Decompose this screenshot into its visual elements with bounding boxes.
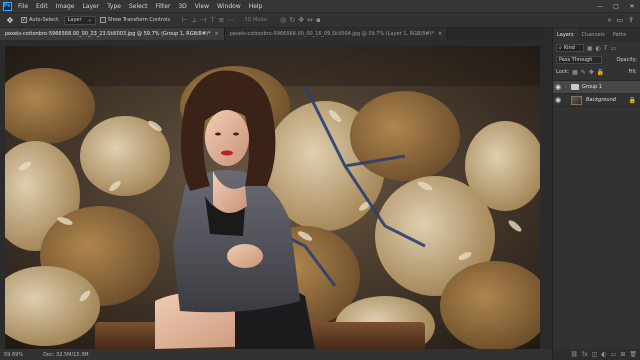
show-transform-checkbox[interactable]: Show Transform Controls	[99, 17, 171, 23]
lock-position-icon[interactable]: ✥	[589, 69, 594, 76]
document-tabs: pexels-cottonbro-5966568.00_00_23_23.Sti…	[0, 28, 552, 40]
document-tab-active[interactable]: pexels-cottonbro-5966568.00_00_23_23.Sti…	[0, 28, 225, 40]
chevron-down-icon: ⌄	[87, 17, 92, 23]
slide-3d-icon[interactable]: ⇔	[307, 16, 313, 24]
document-photo[interactable]	[5, 46, 540, 349]
auto-select-target-dropdown[interactable]: Layer ⌄	[63, 15, 96, 25]
photoshop-logo-icon: Ps	[2, 1, 12, 11]
options-bar: ✥ ✓ Auto-Select: Layer ⌄ Show Transform …	[0, 12, 640, 27]
menu-file[interactable]: File	[14, 3, 32, 10]
link-layers-icon[interactable]: ⛓	[570, 351, 578, 358]
maximize-icon[interactable]: ▢	[608, 0, 624, 12]
workspace-icon[interactable]: ▭	[617, 16, 624, 25]
blend-mode-value: Pass Through	[559, 57, 593, 63]
lock-pixels-icon[interactable]: ▦	[572, 69, 578, 76]
search-icon: ⌕	[559, 45, 562, 51]
auto-select-target-value: Layer	[67, 17, 82, 23]
checkbox-checked-icon: ✓	[21, 17, 27, 23]
layers-list: ◉ › Group 1 ◉ Background 🔒	[553, 80, 640, 107]
blend-mode-dropdown[interactable]: Pass Through	[556, 56, 602, 64]
mask-icon[interactable]: ◫	[592, 351, 598, 358]
adjustment-icon[interactable]: ◐	[601, 351, 606, 358]
menu-type[interactable]: Type	[103, 3, 125, 10]
align-center-icon[interactable]: ⊥	[191, 16, 197, 24]
lock-icon[interactable]: 🔒	[597, 69, 604, 76]
tab-label: pexels-cottonbro-5966568.00_00_23_23.Sti…	[5, 31, 211, 37]
canvas-area[interactable]	[0, 40, 552, 349]
zoom-level[interactable]: 59.69%	[4, 352, 23, 358]
opacity-label[interactable]: Opacity:	[616, 57, 637, 63]
layer-row-background[interactable]: ◉ Background 🔒	[553, 94, 640, 107]
menu-filter[interactable]: Filter	[152, 3, 175, 10]
move-tool-icon[interactable]: ✥	[3, 15, 17, 26]
tab-label: pexels-cottonbro-5966568.00_00_16_09.Sti…	[229, 31, 434, 37]
photo-artwork	[5, 46, 540, 349]
menu-view[interactable]: View	[191, 3, 213, 10]
folder-icon	[571, 84, 579, 90]
new-group-icon[interactable]: ▭	[611, 351, 617, 358]
scale-3d-icon[interactable]: ▪	[316, 16, 321, 24]
auto-select-checkbox[interactable]: ✓ Auto-Select:	[21, 17, 60, 23]
align-left-icon[interactable]: ⊢	[182, 16, 188, 24]
menu-image[interactable]: Image	[52, 3, 79, 10]
adjustment-filter-icon[interactable]: ◐	[596, 45, 601, 52]
menu-layer[interactable]: Layer	[78, 3, 103, 10]
align-top-icon[interactable]: ⊤	[209, 16, 215, 24]
menu-bar: Ps File Edit Image Layer Type Select Fil…	[0, 0, 640, 12]
eye-icon[interactable]: ◉	[553, 94, 563, 107]
tab-paths[interactable]: Paths	[609, 28, 631, 42]
fill-label[interactable]: Fill:	[629, 69, 637, 75]
new-layer-icon[interactable]: ⊞	[620, 351, 625, 358]
close-tab-icon[interactable]: ×	[438, 31, 442, 37]
menu-3d[interactable]: 3D	[174, 3, 190, 10]
pan-3d-icon[interactable]: ✥	[298, 16, 304, 24]
menu-window[interactable]: Window	[213, 3, 245, 10]
3d-mode-label: 3D Mode:	[244, 17, 269, 23]
align-middle-icon[interactable]: ≡	[218, 16, 224, 24]
pixel-filter-icon[interactable]: ▣	[587, 45, 593, 52]
orbit-3d-icon[interactable]: ◎	[280, 16, 286, 24]
document-size[interactable]: Doc: 32.5M/15.3M	[43, 352, 89, 358]
search-icon[interactable]: ⌕	[608, 16, 612, 25]
status-bar: 59.69% Doc: 32.5M/15.3M	[0, 349, 552, 360]
layer-thumbnail	[571, 95, 582, 105]
shape-filter-icon[interactable]: ▭	[611, 45, 617, 52]
menu-select[interactable]: Select	[125, 3, 152, 10]
share-icon[interactable]: ⇪	[628, 16, 634, 25]
lock-label: Lock:	[556, 69, 570, 75]
chevron-right-icon[interactable]: ›	[563, 84, 569, 90]
lock-icon: 🔒	[628, 96, 636, 104]
checkbox-unchecked-icon	[99, 17, 106, 23]
auto-select-label: Auto-Select:	[29, 17, 60, 23]
tab-layers[interactable]: Layers	[553, 28, 578, 42]
menu-edit[interactable]: Edit	[32, 3, 52, 10]
eye-icon[interactable]: ◉	[553, 81, 563, 94]
trash-icon[interactable]: 🗑	[629, 351, 637, 358]
layer-filter-dropdown[interactable]: ⌕ Kind	[556, 44, 584, 52]
document-tab[interactable]: pexels-cottonbro-5966568.00_00_16_09.Sti…	[224, 28, 449, 40]
layer-filter-value: Kind	[563, 45, 575, 51]
align-right-icon[interactable]: ⊣	[200, 16, 206, 24]
layer-name: Group 1	[582, 84, 602, 90]
menu-help[interactable]: Help	[245, 3, 267, 10]
fx-icon[interactable]: fx	[582, 351, 588, 358]
minimize-icon[interactable]: —	[592, 0, 608, 12]
layer-row-group[interactable]: ◉ › Group 1	[553, 81, 640, 94]
close-tab-icon[interactable]: ×	[215, 31, 219, 37]
roll-3d-icon[interactable]: ↻	[289, 16, 295, 24]
layers-panel: Layers Channels Paths ⌕ Kind ▣ ◐ T ▭ Pas…	[552, 28, 640, 360]
type-filter-icon[interactable]: T	[604, 45, 608, 52]
show-transform-label: Show Transform Controls	[107, 17, 171, 23]
lock-brush-icon[interactable]: ✎	[581, 69, 586, 76]
distribute-icon[interactable]: ⋯	[227, 16, 234, 24]
layer-name: Background	[586, 97, 616, 103]
tab-channels[interactable]: Channels	[578, 28, 609, 42]
close-icon[interactable]: ✕	[624, 0, 640, 12]
